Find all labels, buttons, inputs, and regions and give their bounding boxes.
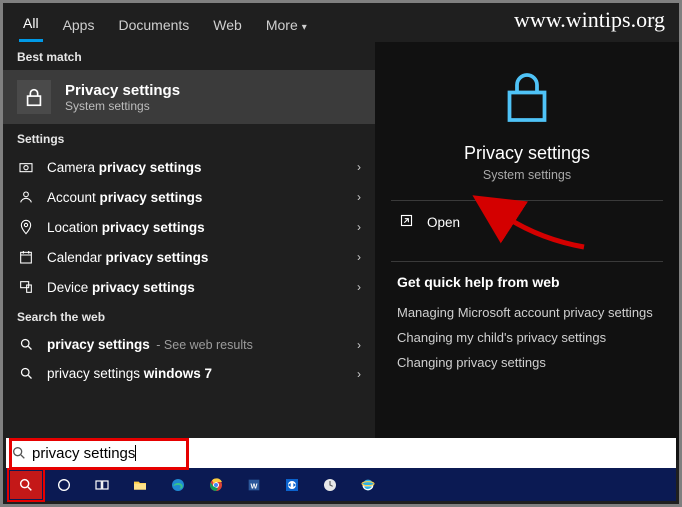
label-prefix: Device [47,280,92,295]
settings-item-calendar[interactable]: Calendar privacy settings › [3,242,375,272]
quick-help-link[interactable]: Changing privacy settings [397,350,657,375]
label-prefix: Camera [47,160,99,175]
taskbar-teamviewer-button[interactable] [276,471,308,499]
label-prefix: Location [47,220,102,235]
chevron-right-icon: › [357,250,361,264]
account-icon [17,189,35,205]
label-bold: privacy settings [47,337,150,352]
taskbar-word-button[interactable]: W [238,471,270,499]
settings-item-camera[interactable]: Camera privacy settings › [3,152,375,182]
search-input[interactable]: privacy settings [32,445,135,462]
preview-title: Privacy settings [375,143,679,164]
taskbar-search-button[interactable] [10,471,42,499]
settings-item-device[interactable]: Device privacy settings › [3,272,375,302]
quick-help-link[interactable]: Managing Microsoft account privacy setti… [397,300,657,325]
label-bold: privacy settings [99,160,202,175]
taskbar-taskview-button[interactable] [86,471,118,499]
search-icon [17,366,35,381]
section-best-match: Best match [3,42,375,70]
taskbar-edge-button[interactable] [162,471,194,499]
label-suffix: - See web results [153,338,253,352]
open-label: Open [427,215,460,230]
best-match-item[interactable]: Privacy settings System settings [3,70,375,124]
taskbar-explorer-button[interactable] [124,471,156,499]
device-icon [17,279,35,295]
quick-help-link[interactable]: Changing my child's privacy settings [397,325,657,350]
settings-item-account[interactable]: Account privacy settings › [3,182,375,212]
label-bold: privacy settings [100,190,203,205]
label-prefix: Account [47,190,100,205]
watermark: www.wintips.org [514,7,665,33]
chevron-right-icon: › [357,367,361,381]
taskbar-ie-button[interactable] [352,471,384,499]
lock-icon [17,80,51,114]
search-box[interactable]: privacy settings [6,438,676,468]
camera-icon [17,159,35,175]
tab-apps[interactable]: Apps [59,11,99,41]
settings-item-location[interactable]: Location privacy settings › [3,212,375,242]
label-prefix: Calendar [47,250,106,265]
location-icon [17,219,35,235]
chevron-right-icon: › [357,190,361,204]
lock-icon-large [375,64,679,131]
chevron-right-icon: › [357,220,361,234]
preview-pane: Privacy settings System settings Open [375,42,679,460]
web-item-privacy-settings[interactable]: privacy settings - See web results › [3,330,375,359]
taskbar-chrome-button[interactable] [200,471,232,499]
quick-help-title: Get quick help from web [397,274,657,290]
tab-more[interactable]: More [262,11,311,41]
search-icon [17,337,35,352]
label-bold: privacy settings [92,280,195,295]
text-cursor [135,445,136,461]
taskbar-cortana-button[interactable] [48,471,80,499]
best-match-sub: System settings [65,99,180,113]
section-settings: Settings [3,124,375,152]
calendar-icon [17,249,35,265]
chevron-right-icon: › [357,160,361,174]
chevron-right-icon: › [357,338,361,352]
annotation-arrow [500,207,590,260]
preview-sub: System settings [375,168,679,182]
tab-web[interactable]: Web [209,11,246,41]
open-button[interactable]: Open [375,201,679,243]
chevron-right-icon: › [357,280,361,294]
tab-documents[interactable]: Documents [114,11,193,41]
taskbar-clock-button[interactable] [314,471,346,499]
label-prefix: privacy settings [47,366,144,381]
web-item-privacy-settings-win7[interactable]: privacy settings windows 7 › [3,359,375,388]
tab-all[interactable]: All [19,9,43,42]
section-search-web: Search the web [3,302,375,330]
label-bold: privacy settings [102,220,205,235]
taskbar: W [6,468,676,501]
results-column: Best match Privacy settings System setti… [3,42,375,460]
svg-text:W: W [251,481,258,490]
label-bold: privacy settings [106,250,209,265]
search-icon [6,445,32,461]
open-icon [399,213,415,231]
best-match-title: Privacy settings [65,82,180,99]
label-bold: windows 7 [144,366,212,381]
